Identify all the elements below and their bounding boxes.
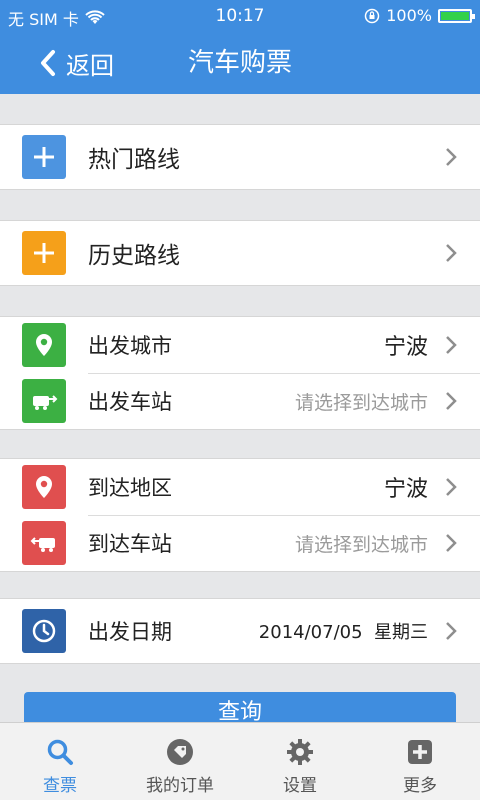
chevron-right-icon	[446, 336, 457, 354]
tab-label: 设置	[283, 776, 317, 796]
history-routes-group: 历史路线	[0, 220, 480, 286]
tab-more[interactable]: 更多	[360, 723, 480, 800]
departure-date-row[interactable]: 出发日期 2014/07/05 星期三	[0, 599, 480, 663]
tag-icon	[167, 739, 193, 765]
arrival-area-label: 到达地区	[88, 476, 172, 500]
tab-label: 更多	[403, 776, 437, 796]
tab-label: 查票	[43, 776, 77, 796]
hot-routes-group: 热门路线	[0, 124, 480, 190]
date-group: 出发日期 2014/07/05 星期三	[0, 598, 480, 664]
tab-settings[interactable]: 设置	[240, 723, 360, 800]
departure-city-label: 出发城市	[88, 334, 172, 358]
location-pin-icon	[22, 465, 66, 509]
plus-square-icon	[408, 740, 432, 764]
chevron-right-icon	[446, 392, 457, 410]
departure-station-row[interactable]: 出发车站 请选择到达城市	[0, 373, 480, 429]
tab-search-tickets[interactable]: 查票	[0, 723, 120, 800]
gear-icon	[287, 739, 313, 765]
arrival-station-label: 到达车站	[88, 532, 172, 556]
clock-icon	[22, 609, 66, 653]
rotation-lock-icon	[365, 8, 380, 23]
departure-city-value: 宁波	[383, 335, 428, 360]
arrival-group: 到达地区 宁波 到达车站 请选择到达城市	[0, 458, 480, 572]
chevron-right-icon	[446, 622, 457, 640]
history-routes-row[interactable]: 历史路线	[0, 221, 480, 285]
bus-depart-icon	[22, 379, 66, 423]
bus-arrive-icon	[22, 521, 66, 565]
departure-station-label: 出发车站	[88, 390, 172, 414]
arrival-area-value: 宁波	[383, 477, 428, 502]
departure-date-value: 2014/07/05 星期三	[258, 622, 428, 643]
search-icon	[47, 739, 73, 765]
location-pin-icon	[22, 323, 66, 367]
arrival-station-row[interactable]: 到达车站 请选择到达城市	[0, 515, 480, 571]
battery-percent: 100%	[386, 6, 432, 25]
tab-label: 我的订单	[146, 776, 214, 796]
history-routes-label: 历史路线	[88, 243, 180, 269]
chevron-right-icon	[446, 148, 457, 166]
page-title: 汽车购票	[187, 48, 292, 78]
hot-routes-row[interactable]: 热门路线	[0, 125, 480, 189]
nav-bar: 返回 汽车购票	[0, 32, 480, 94]
battery-icon	[438, 8, 475, 23]
chevron-right-icon	[446, 534, 457, 552]
tab-my-orders[interactable]: 我的订单	[120, 723, 240, 800]
tab-bar: 查票 我的订单 设置 更多	[0, 722, 480, 800]
departure-station-value: 请选择到达城市	[294, 391, 428, 414]
hot-routes-label: 热门路线	[88, 147, 180, 173]
status-right: 100%	[364, 6, 475, 25]
departure-city-row[interactable]: 出发城市 宁波	[0, 317, 480, 373]
plus-icon	[22, 231, 66, 275]
arrival-station-value: 请选择到达城市	[294, 533, 428, 556]
chevron-right-icon	[446, 478, 457, 496]
departure-date-label: 出发日期	[88, 620, 172, 644]
status-bar: 无 SIM 卡 10:17 100%	[0, 0, 480, 32]
plus-icon	[22, 135, 66, 179]
arrival-area-row[interactable]: 到达地区 宁波	[0, 459, 480, 515]
departure-group: 出发城市 宁波 出发车站 请选择到达城市	[0, 316, 480, 430]
chevron-right-icon	[446, 244, 457, 262]
